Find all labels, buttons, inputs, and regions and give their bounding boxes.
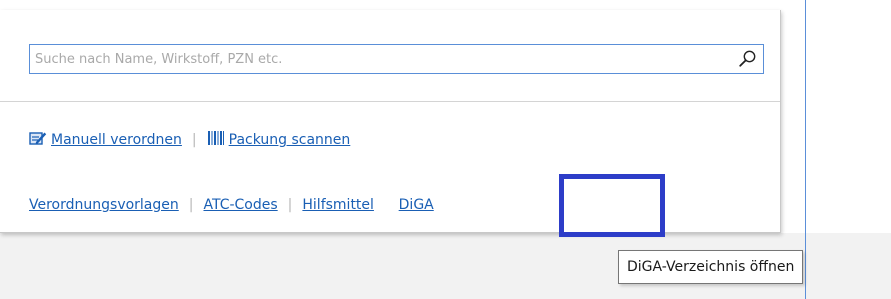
search-icon[interactable] [737, 49, 757, 69]
diga-highlight [559, 174, 665, 237]
section-divider [0, 101, 780, 102]
aids-link[interactable]: Hilfsmittel [302, 197, 374, 213]
action-links-row: Manuell verordnen | Packung scannen [29, 128, 350, 152]
separator: | [191, 132, 197, 148]
diga-link[interactable]: DiGA [399, 197, 434, 213]
catalog-links-row: Verordnungsvorlagen | ATC-Codes | Hilfsm… [29, 193, 434, 217]
search-input[interactable] [30, 45, 730, 73]
barcode-icon[interactable] [207, 130, 225, 150]
search-box[interactable] [29, 44, 764, 74]
separator: | [287, 197, 293, 213]
atc-codes-link[interactable]: ATC-Codes [203, 197, 277, 213]
manual-prescribe-link[interactable]: Manuell verordnen [51, 132, 182, 148]
edit-icon[interactable] [29, 130, 47, 150]
diga-tooltip: DiGA-Verzeichnis öffnen [618, 250, 804, 284]
separator: | [188, 197, 194, 213]
medication-search-panel: Manuell verordnen | Packung scannen Vero… [0, 10, 781, 237]
scan-package-link[interactable]: Packung scannen [229, 132, 351, 148]
prescription-templates-link[interactable]: Verordnungsvorlagen [29, 197, 179, 213]
right-pane-border [805, 0, 806, 299]
